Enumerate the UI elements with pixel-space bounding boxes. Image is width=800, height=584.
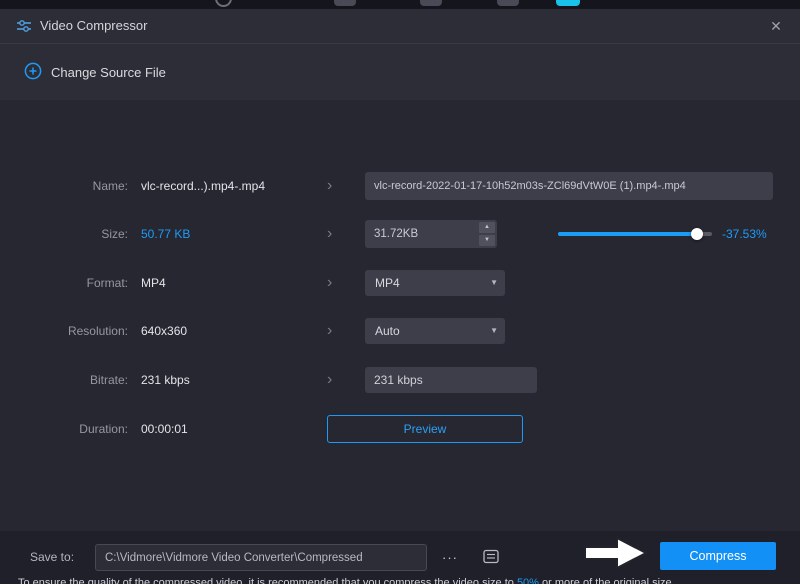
format-label: Format: <box>20 269 128 297</box>
tip-text: To ensure the quality of the compressed … <box>18 577 675 584</box>
change-source-file-label: Change Source File <box>51 65 166 80</box>
chevron-right-icon: › <box>327 317 332 344</box>
size-slider-fill <box>558 232 697 236</box>
size-spinner: ▲ ▼ <box>479 222 495 246</box>
duration-label: Duration: <box>20 415 128 443</box>
close-icon[interactable]: ✕ <box>764 9 788 43</box>
dialog-footer: Save to: ··· Compress To ensure the qual… <box>0 531 800 584</box>
background-app-toolbar <box>0 0 800 9</box>
chevron-right-icon: › <box>327 172 332 199</box>
background-tab-icon <box>420 0 442 6</box>
chevron-down-icon: ▼ <box>490 318 498 344</box>
bitrate-current-value: 231 kbps <box>141 366 190 394</box>
browse-more-button[interactable]: ··· <box>433 544 467 571</box>
size-reduction-percent: -37.53% <box>722 220 767 248</box>
chevron-right-icon: › <box>327 269 332 296</box>
source-bar: Change Source File <box>0 44 800 100</box>
name-label: Name: <box>20 172 128 200</box>
size-slider-handle[interactable] <box>691 228 703 240</box>
duration-current-value: 00:00:01 <box>141 415 188 443</box>
chevron-right-icon: › <box>327 366 332 393</box>
format-selected-value: MP4 <box>375 270 400 296</box>
size-row: Size: 50.77 KB › ▲ ▼ -37.53% <box>0 220 800 248</box>
dialog-title: Video Compressor <box>40 9 147 43</box>
background-tab-icon <box>334 0 356 6</box>
resolution-current-value: 640x360 <box>141 317 187 345</box>
name-current-value: vlc-record...).mp4-.mp4 <box>141 172 265 200</box>
bitrate-input[interactable] <box>365 367 537 393</box>
name-row: Name: vlc-record...).mp4-.mp4 › <box>0 172 800 200</box>
chevron-right-icon: › <box>327 220 332 247</box>
bitrate-label: Bitrate: <box>20 366 128 394</box>
save-path-input[interactable] <box>95 544 427 571</box>
compressor-sliders-icon <box>16 18 32 39</box>
compress-button[interactable]: Compress <box>660 542 776 570</box>
bitrate-row: Bitrate: 231 kbps › <box>0 366 800 394</box>
compressor-form: Name: vlc-record...).mp4-.mp4 › Size: 50… <box>0 100 800 531</box>
open-folder-icon[interactable] <box>479 548 505 568</box>
resolution-row: Resolution: 640x360 › Auto ▼ <box>0 317 800 345</box>
tip-pre: To ensure the quality of the compressed … <box>18 577 517 584</box>
change-source-file-button[interactable]: Change Source File <box>24 61 166 83</box>
format-dropdown[interactable]: MP4 ▼ <box>365 270 505 296</box>
background-tab-icon <box>497 0 519 6</box>
size-input[interactable] <box>365 220 471 248</box>
size-slider[interactable] <box>558 232 712 236</box>
chevron-down-icon: ▼ <box>490 270 498 296</box>
tip-highlight: 50% <box>517 577 539 584</box>
resolution-label: Resolution: <box>20 317 128 345</box>
size-current-value: 50.77 KB <box>141 220 190 248</box>
background-circle-icon <box>215 0 232 7</box>
format-row: Format: MP4 › MP4 ▼ <box>0 269 800 297</box>
size-stepper: ▲ ▼ <box>365 220 497 248</box>
size-label: Size: <box>20 220 128 248</box>
add-circle-icon <box>24 62 42 83</box>
name-input[interactable] <box>365 172 773 200</box>
format-current-value: MP4 <box>141 269 166 297</box>
spin-up-icon[interactable]: ▲ <box>479 222 495 233</box>
resolution-selected-value: Auto <box>375 318 400 344</box>
save-to-label: Save to: <box>30 531 74 583</box>
pointer-arrow-graphic <box>583 533 649 578</box>
background-active-tool-icon <box>556 0 580 6</box>
preview-button[interactable]: Preview <box>327 415 523 443</box>
duration-row: Duration: 00:00:01 Preview <box>0 415 800 443</box>
resolution-dropdown[interactable]: Auto ▼ <box>365 318 505 344</box>
tip-post: or more of the original size. <box>539 577 675 584</box>
dialog-titlebar: Video Compressor ✕ <box>0 9 800 43</box>
spin-down-icon[interactable]: ▼ <box>479 235 495 246</box>
